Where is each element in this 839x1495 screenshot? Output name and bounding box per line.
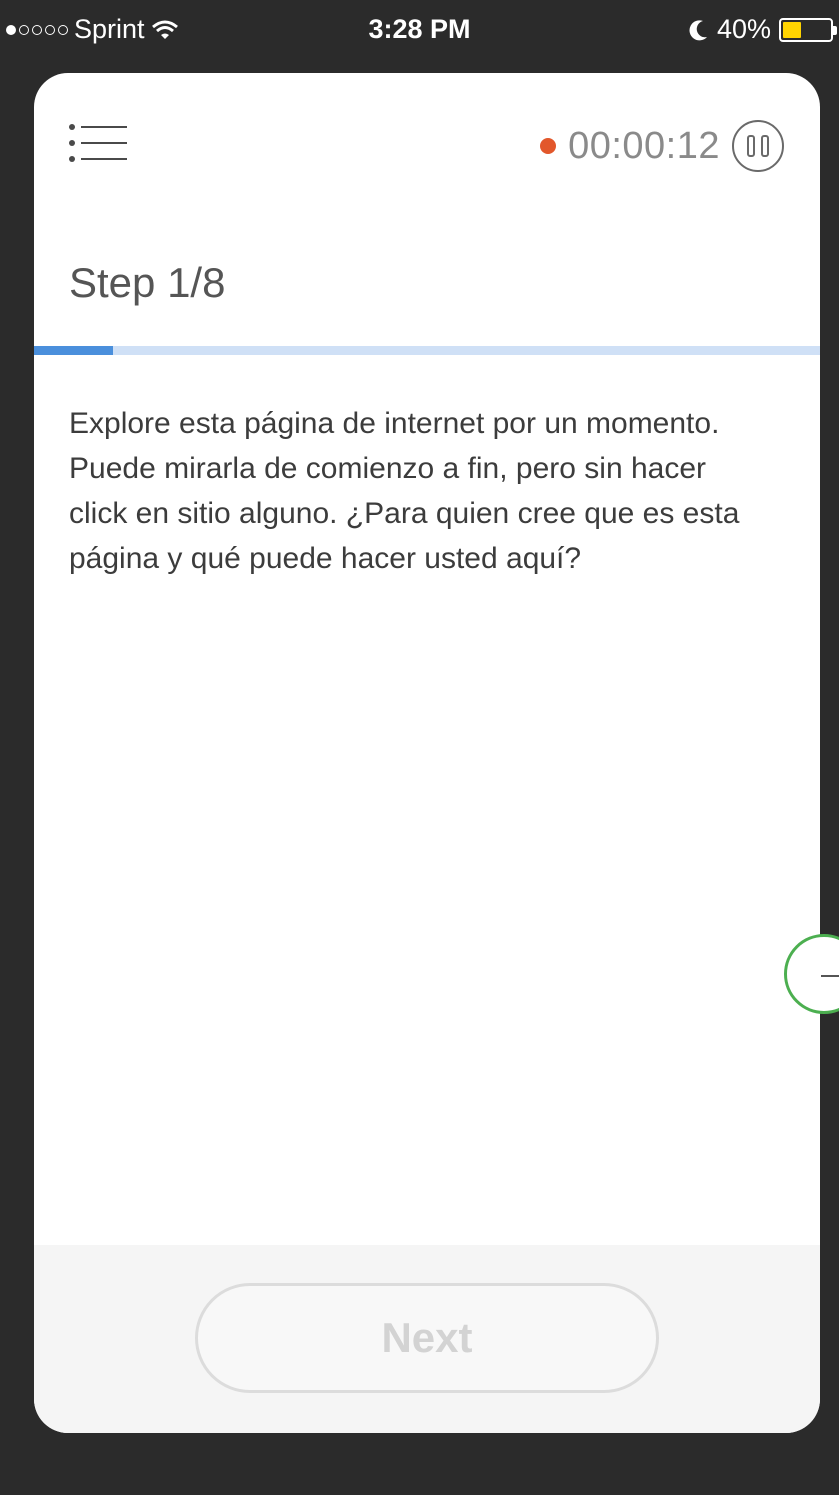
- status-right: 40%: [689, 14, 837, 45]
- progress-bar: [34, 346, 820, 355]
- footer: Next: [34, 1245, 820, 1433]
- recording-timer: 00:00:12: [540, 120, 784, 172]
- list-menu-icon[interactable]: [69, 120, 127, 168]
- next-button[interactable]: Next: [195, 1283, 659, 1393]
- pause-icon: [747, 135, 755, 157]
- moon-icon: [689, 19, 707, 40]
- task-instructions: Explore esta página de internet por un m…: [69, 407, 740, 575]
- task-card: 00:00:12 Step 1/8 Explore esta página de…: [34, 73, 820, 1433]
- battery-icon: [779, 17, 837, 42]
- step-title: Step 1/8: [69, 259, 226, 306]
- status-bar: Sprint 3:28 PM 40%: [0, 0, 839, 62]
- battery-level: [783, 21, 802, 38]
- recording-indicator-icon: [540, 138, 557, 154]
- timer-text: 00:00:12: [568, 124, 720, 167]
- pause-button[interactable]: [732, 120, 784, 172]
- progress-fill: [34, 346, 113, 355]
- minus-icon: [821, 975, 839, 977]
- battery-percent: 40%: [716, 14, 771, 44]
